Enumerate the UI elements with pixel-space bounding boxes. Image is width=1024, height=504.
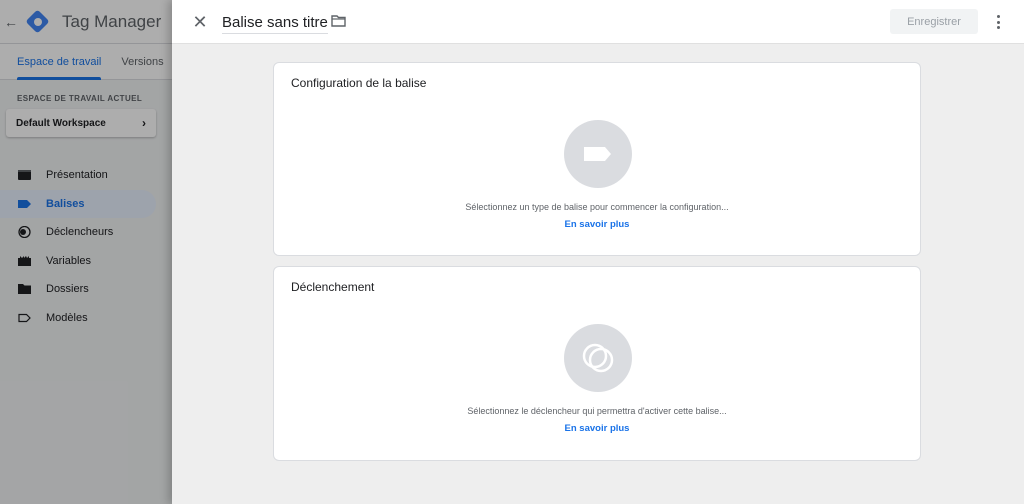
triggering-card[interactable]: Déclenchement Sélectionnez le déclencheu… <box>273 266 921 461</box>
panel-header: ✕ Balise sans titre Enregistrer <box>172 0 1024 44</box>
card-title: Déclenchement <box>291 280 375 294</box>
tag-configuration-card[interactable]: Configuration de la balise Sélectionnez … <box>273 62 921 256</box>
trigger-hint: Sélectionnez le déclencheur qui permettr… <box>467 406 727 416</box>
card-title: Configuration de la balise <box>291 76 427 90</box>
tag-config-hint: Sélectionnez un type de balise pour comm… <box>465 202 729 212</box>
more-vert-icon[interactable] <box>992 13 1004 31</box>
tag-type-placeholder-icon[interactable] <box>564 120 632 188</box>
tag-name-title[interactable]: Balise sans titre <box>222 14 328 34</box>
close-icon[interactable]: ✕ <box>190 12 210 32</box>
trigger-placeholder-icon[interactable] <box>564 324 632 392</box>
save-button[interactable]: Enregistrer <box>890 9 978 34</box>
folder-icon[interactable] <box>331 15 346 27</box>
modal-scrim[interactable] <box>0 0 172 504</box>
tag-editor-panel: ✕ Balise sans titre Enregistrer Configur… <box>172 0 1024 504</box>
tag-config-learn-more-link[interactable]: En savoir plus <box>274 219 920 230</box>
trigger-learn-more-link[interactable]: En savoir plus <box>274 423 920 434</box>
